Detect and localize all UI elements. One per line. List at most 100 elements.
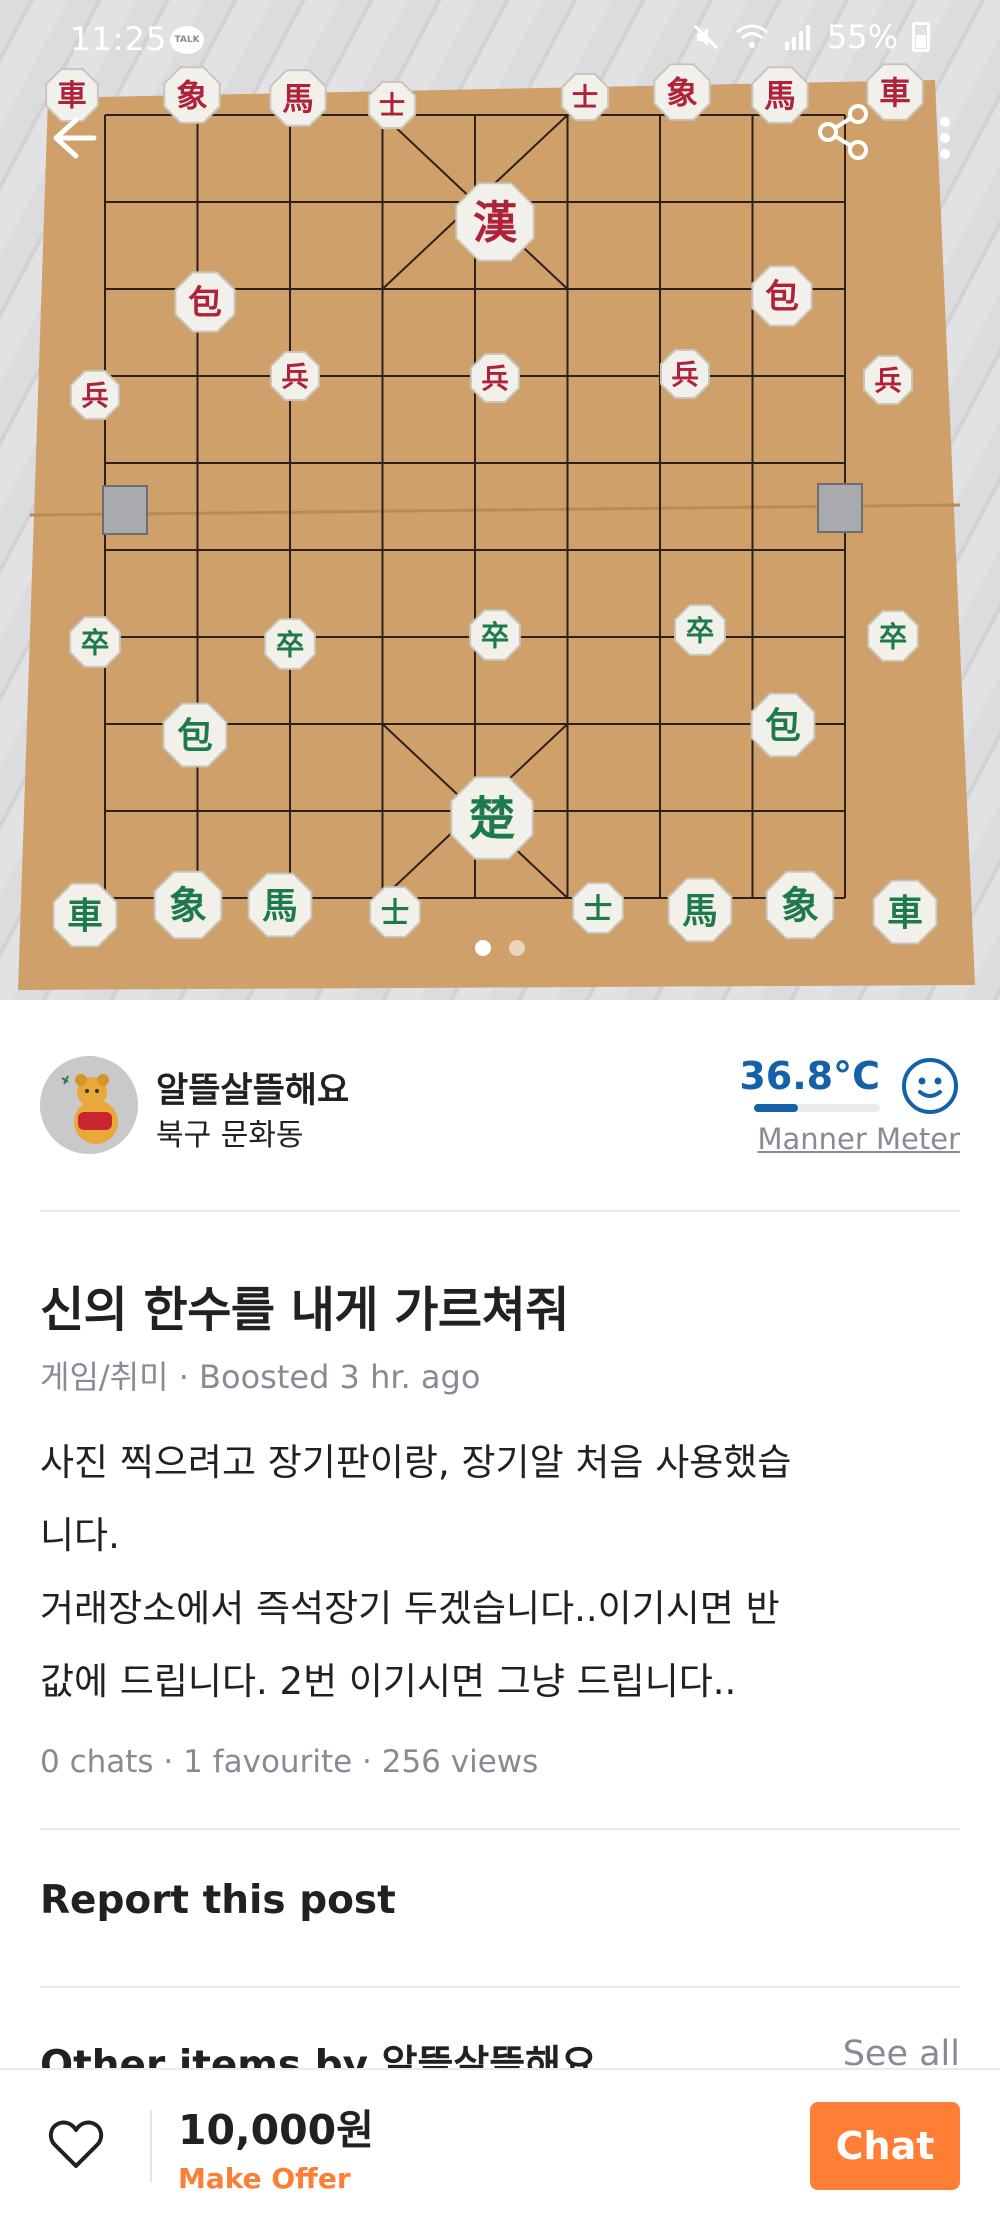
hinge <box>817 483 863 533</box>
divider <box>40 1210 960 1212</box>
divider <box>40 1828 960 1830</box>
more-options-button[interactable] <box>930 110 960 170</box>
battery-icon <box>912 22 930 52</box>
manner-temperature-fill <box>754 1104 799 1112</box>
svg-text:馬: 馬 <box>282 81 314 117</box>
svg-text:漢: 漢 <box>473 198 518 249</box>
signal-icon <box>784 25 810 50</box>
seller-profile[interactable]: 알뜰살뜰해요 북구 문화동 36.8°C Manner Meter <box>40 1054 960 1176</box>
svg-text:包: 包 <box>188 283 222 322</box>
arrow-left-icon <box>53 117 97 159</box>
heart-icon <box>48 2120 104 2168</box>
janggi-piece: 包 <box>174 271 236 333</box>
janggi-piece: 兵 <box>70 370 120 420</box>
svg-text:士: 士 <box>379 92 405 122</box>
post-body-line: 니다. <box>40 1514 120 1557</box>
carousel-dot[interactable] <box>509 940 525 956</box>
janggi-piece: 漢 <box>455 182 535 262</box>
janggi-piece: 車 <box>52 882 118 948</box>
svg-text:士: 士 <box>584 892 612 925</box>
post-meta: 게임/취미 · Boosted 3 hr. ago <box>40 1358 481 1396</box>
svg-text:兵: 兵 <box>874 366 901 397</box>
post-body-line: 값에 드립니다. 2번 이기시면 그냥 드립니다.. <box>40 1660 737 1703</box>
status-bar: 11:25 TALK 55% <box>0 0 1000 80</box>
talk-notification-icon: TALK <box>170 26 204 54</box>
seller-name[interactable]: 알뜰살뜰해요 <box>156 1062 349 1113</box>
price: 10,000원 <box>178 2106 374 2154</box>
janggi-piece: 士 <box>369 886 421 938</box>
carousel-dot-active[interactable] <box>475 940 491 956</box>
winnie-the-pooh-avatar-icon <box>40 1056 138 1154</box>
svg-text:兵: 兵 <box>81 381 108 412</box>
post-stats: 0 chats · 1 favourite · 256 views <box>40 1744 539 1780</box>
svg-text:包: 包 <box>765 706 801 747</box>
chat-button[interactable]: Chat <box>810 2102 960 2190</box>
janggi-piece: 卒 <box>674 604 726 656</box>
mute-icon <box>693 24 718 50</box>
svg-text:象: 象 <box>666 75 698 111</box>
seller-location: 북구 문화동 <box>156 1118 304 1153</box>
more-vertical-icon <box>940 117 950 159</box>
report-post-link[interactable]: Report this post <box>40 1878 396 1923</box>
janggi-piece: 象 <box>153 870 223 940</box>
favourite-button[interactable] <box>48 2118 104 2170</box>
status-icons: 55% <box>691 18 930 56</box>
battery-percent: 55% <box>826 18 898 56</box>
janggi-piece: 包 <box>162 702 228 768</box>
make-offer-label: Make Offer <box>178 2162 351 2195</box>
manner-meter-link[interactable]: Manner Meter <box>757 1122 960 1156</box>
svg-text:卒: 卒 <box>686 614 714 647</box>
svg-text:馬: 馬 <box>262 886 298 927</box>
svg-text:兵: 兵 <box>671 360 698 391</box>
share-button[interactable] <box>812 100 876 164</box>
janggi-piece: 兵 <box>660 349 710 399</box>
janggi-piece: 士 <box>560 72 610 122</box>
svg-text:士: 士 <box>572 84 598 114</box>
janggi-piece: 車 <box>872 879 938 945</box>
janggi-piece: 兵 <box>863 355 913 405</box>
svg-text:象: 象 <box>169 884 207 928</box>
post-title: 신의 한수를 내게 가르쳐줘 <box>40 1282 569 1338</box>
janggi-piece: 兵 <box>470 353 520 403</box>
svg-text:卒: 卒 <box>81 626 109 659</box>
avatar[interactable] <box>40 1056 138 1154</box>
janggi-piece: 包 <box>750 692 816 758</box>
svg-text:兵: 兵 <box>281 362 308 393</box>
janggi-piece: 象 <box>765 870 835 940</box>
svg-text:包: 包 <box>177 716 213 757</box>
carousel-indicator <box>0 940 1000 956</box>
manner-temperature: 36.8°C <box>739 1054 880 1098</box>
janggi-piece: 楚 <box>450 776 534 860</box>
svg-text:士: 士 <box>381 896 409 929</box>
svg-text:楚: 楚 <box>469 792 515 846</box>
janggi-piece: 兵 <box>270 351 320 401</box>
bottom-action-bar: 10,000원 Make Offer Chat <box>0 2068 1000 2222</box>
svg-text:馬: 馬 <box>682 891 718 932</box>
janggi-piece: 馬 <box>667 877 733 943</box>
back-button[interactable] <box>42 108 102 168</box>
svg-text:車: 車 <box>879 75 911 111</box>
janggi-piece: 士 <box>367 80 417 130</box>
post-body-line: 사진 찍으려고 장기판이랑, 장기알 처음 사용했습 <box>40 1441 792 1484</box>
svg-text:包: 包 <box>765 277 799 316</box>
status-time: 11:25 <box>70 20 168 58</box>
smiley-face-icon <box>900 1056 960 1116</box>
janggi-piece: 卒 <box>69 616 121 668</box>
svg-text:卒: 卒 <box>879 620 907 653</box>
janggi-piece: 卒 <box>867 610 919 662</box>
svg-text:卒: 卒 <box>481 619 509 652</box>
janggi-piece: 包 <box>751 265 813 327</box>
svg-text:車: 車 <box>67 896 103 937</box>
svg-text:象: 象 <box>176 78 208 114</box>
divider <box>40 1986 960 1988</box>
svg-text:馬: 馬 <box>764 78 796 114</box>
janggi-piece: 卒 <box>264 618 316 670</box>
janggi-piece: 馬 <box>247 872 313 938</box>
hinge <box>102 485 148 535</box>
divider <box>150 2110 152 2182</box>
post-body: 사진 찍으려고 장기판이랑, 장기알 처음 사용했습 니다. 거래장소에서 즉석… <box>40 1426 960 1718</box>
svg-text:象: 象 <box>781 884 819 928</box>
janggi-piece: 士 <box>572 882 624 934</box>
wifi-icon <box>735 24 768 48</box>
svg-text:兵: 兵 <box>481 364 508 395</box>
